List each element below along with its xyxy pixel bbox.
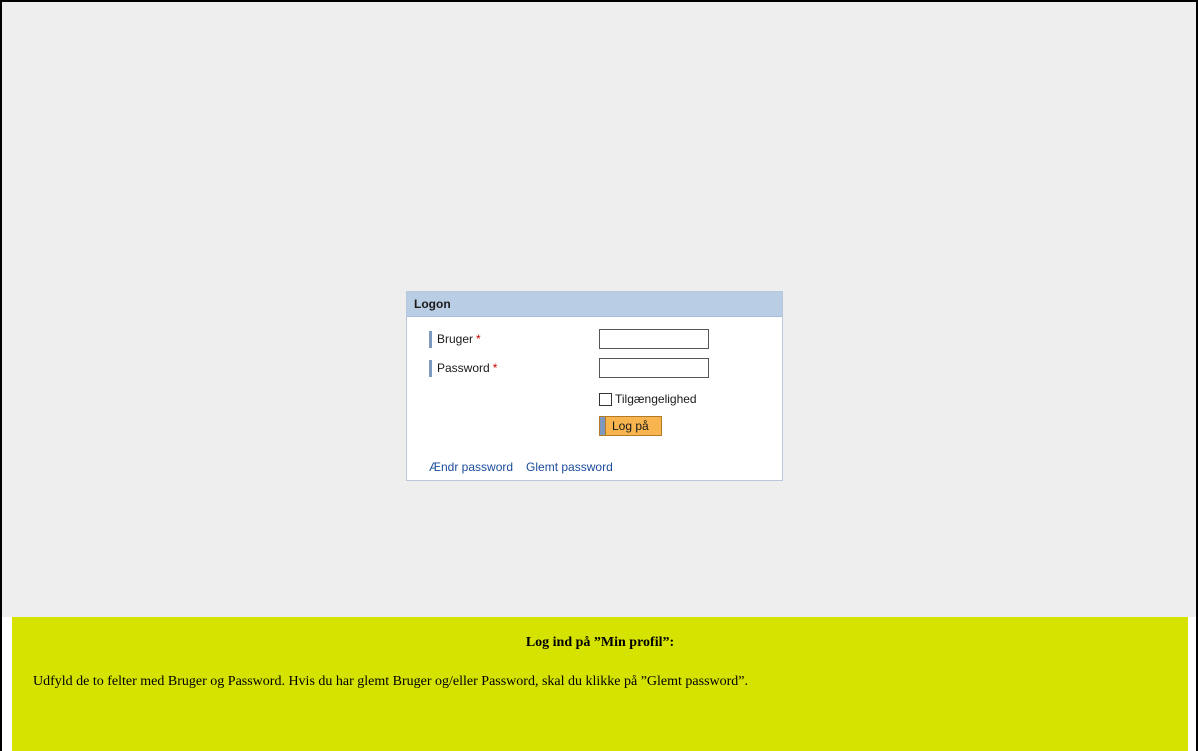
logon-panel: Logon Bruger * Password * Tilgængelighed… [406,291,783,481]
required-mark: * [492,361,498,375]
user-input[interactable] [599,329,709,349]
password-label: Password [437,361,490,375]
accessibility-label[interactable]: Tilgængelighed [615,392,697,406]
logon-links: Ændr password Glemt password [429,460,613,474]
frame-strip-left [2,617,12,751]
required-mark: * [476,332,481,346]
forgot-password-link[interactable]: Glemt password [526,460,613,474]
change-password-link[interactable]: Ændr password [429,460,513,474]
field-marker [429,359,432,377]
login-button-label: Log på [612,419,649,433]
user-label: Bruger [437,332,474,346]
frame-strip-right [1188,617,1196,751]
user-field-row: Bruger * [429,329,481,349]
accessibility-checkbox[interactable] [599,392,612,406]
password-field-row: Password * [429,358,497,378]
instruction-box: Log ind på ”Min profil”: Udfyld de to fe… [12,617,1188,751]
instruction-title: Log ind på ”Min profil”: [525,635,675,650]
password-input[interactable] [599,358,709,378]
login-button[interactable]: Log på [599,416,662,436]
logon-header: Logon [407,292,782,317]
instruction-text: Udfyld de to felter med Bruger og Passwo… [33,674,749,689]
field-marker [429,330,432,348]
accessibility-row: Tilgængelighed [599,392,697,406]
